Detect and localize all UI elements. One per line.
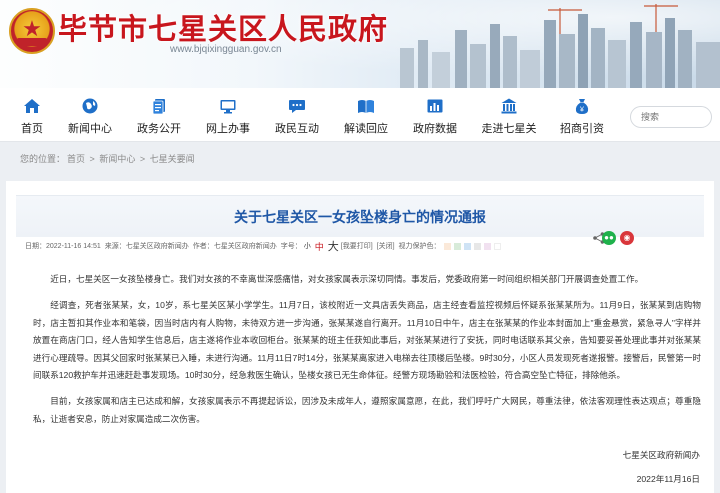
nav-item-online-services[interactable]: 网上办事 [206,88,250,142]
nav-item-investment[interactable]: ¥ 招商引资 [560,88,604,142]
nav-item-label: 政务公开 [137,123,181,135]
nav-item-news-center[interactable]: 新闻中心 [68,88,112,142]
article-body: 近日，七星关区一女孩坠楼身亡。我们对女孩的不幸离世深感痛惜，对女孩家属表示深切同… [33,271,701,437]
vision-color-swatch[interactable] [443,242,451,250]
national-emblem-icon: ★ [9,8,55,54]
vision-color-swatch[interactable] [463,242,471,250]
search-input[interactable] [630,106,712,128]
article-title: 关于七星关区一女孩坠楼身亡的情况通报 [234,209,486,225]
bar-chart-icon [427,99,443,113]
nav-item-label: 新闻中心 [68,123,112,135]
nav-item-gov-data[interactable]: 政府数据 [413,88,457,142]
city-skyline-image [400,4,720,88]
article-source: 来源：七星关区政府新闻办 [104,243,189,250]
nav-item-about-qixingguan[interactable]: 走进七星关 [481,88,537,142]
article-paragraph: 目前，女孩家属和店主已达成和解，女孩家属表示不再提起诉讼，因涉及未成年人，遵照家… [33,396,701,424]
breadcrumb-link-news-center[interactable]: 新闻中心 [99,154,135,164]
chat-icon [289,100,305,113]
wechat-share-icon[interactable]: ●● [602,231,616,245]
article-paragraph: 近日，七星关区一女孩坠楼身亡。我们对女孩的不幸离世深感痛惜，对女孩家属表示深切同… [50,274,644,284]
nav-item-label: 政民互动 [275,123,319,135]
weibo-share-icon[interactable]: ◉ [620,231,634,245]
nav-item-home[interactable]: 首页 [20,88,44,142]
book-icon [358,100,374,113]
document-icon [152,99,165,115]
site-banner: ★ 毕节市七星关区人民政府 www.bjqixingguan.gov.cn [0,0,720,88]
font-size-label: 字号： [280,243,302,250]
breadcrumb-prefix: 您的位置： [20,154,66,164]
svg-text:¥: ¥ [580,107,584,114]
vision-color-swatch[interactable] [483,242,491,250]
nav-item-interaction[interactable]: 政民互动 [275,88,319,142]
article-signature-date: 2022年11月16日 [636,474,700,484]
article-paragraph: 经调查，死者张某某，女，10岁，系七星关区某小学学生。11月7日，该校附近一文具… [33,300,701,380]
breadcrumb-separator: > [89,154,95,164]
vision-protect-label: 视力保护色： [398,243,441,250]
nav-item-label: 解读回应 [344,123,388,135]
nav-item-label: 招商引资 [560,123,604,135]
vision-color-swatch[interactable] [493,242,501,250]
breadcrumb-separator: > [139,154,146,164]
building-icon [501,98,517,114]
breadcrumb-link-home[interactable]: 首页 [67,154,85,164]
vision-color-swatch[interactable] [473,242,481,250]
nav-item-label: 首页 [21,123,43,135]
font-size-small-button[interactable]: 小 [304,241,311,251]
main-nav: 首页 新闻中心 政务公开 网上办事 政民互动 解读回应 政府数据 走进七星关 ¥… [0,88,720,142]
article-signature-org: 七星关区政府新闻办 [622,450,700,460]
nav-item-label: 政府数据 [413,123,457,135]
breadcrumb-link-qixingguan-news[interactable]: 七星关要闻 [150,154,195,164]
home-icon [24,99,40,113]
globe-icon [82,98,98,114]
close-button[interactable]: [关闭] [377,241,395,251]
money-bag-icon: ¥ [575,99,589,114]
nav-item-gov-affairs[interactable]: 政务公开 [137,88,181,142]
monitor-icon [220,100,236,114]
breadcrumb: 您的位置： 首页 > 新闻中心 > 七星关要闻 [20,152,197,165]
article-date: 日期：2022-11-16 14:51 [25,243,101,250]
print-button[interactable]: [我要打印] [341,241,373,251]
site-title: 毕节市七星关区人民政府 [58,12,389,46]
nav-item-label: 网上办事 [206,123,250,135]
vision-color-swatch[interactable] [453,242,461,250]
nav-item-interpretation[interactable]: 解读回应 [344,88,388,142]
article-author: 作者：七星关区政府新闻办 [192,243,277,250]
font-size-medium-button[interactable]: 中 [315,240,324,253]
site-url: www.bjqixingguan.gov.cn [170,44,282,55]
article-meta: 日期：2022-11-16 14:51 来源：七星关区政府新闻办 作者：七星关区… [25,238,501,254]
article-panel: 关于七星关区一女孩坠楼身亡的情况通报 日期：2022-11-16 14:51 来… [6,181,714,493]
nav-item-label: 走进七星关 [481,123,537,135]
font-size-large-button[interactable]: 大 [328,238,339,254]
